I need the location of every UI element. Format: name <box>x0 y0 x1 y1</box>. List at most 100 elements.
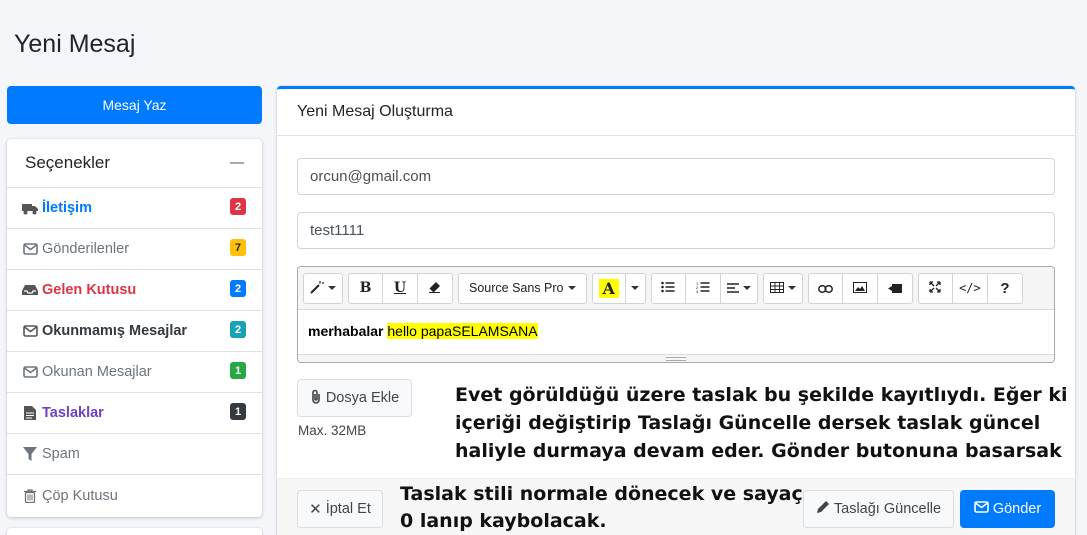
table-dropdown[interactable] <box>762 272 803 304</box>
svg-text:3: 3 <box>696 289 699 293</box>
sidebar-item-gonderilenler[interactable]: Gönderilenler 7 <box>7 229 262 270</box>
editor-content[interactable]: merhabalar hello papaSELAMSANA <box>298 310 1054 352</box>
list-ol-icon: 123 <box>696 280 710 296</box>
code-view-button[interactable]: </> <box>952 272 988 304</box>
count-badge: 2 <box>230 280 246 297</box>
sidebar-item-label: Okunmamış Mesajlar <box>42 323 188 339</box>
annotation-line: 0 lanıp kaybolacak. <box>400 510 607 532</box>
annotation-line: Taslak stili normale dönecek ve sayaç <box>400 483 803 505</box>
sidebar-item-label: Spam <box>42 446 80 462</box>
video-button[interactable] <box>877 272 913 304</box>
to-field[interactable]: orcun@gmail.com <box>297 158 1055 195</box>
align-icon <box>726 280 739 296</box>
count-badge: 1 <box>230 403 246 420</box>
pencil-icon <box>816 500 830 518</box>
underline-button[interactable]: U <box>383 272 418 304</box>
sidebar-item-iletisim[interactable]: İletişim 2 <box>7 188 262 229</box>
times-icon: ✕ <box>309 501 322 518</box>
unordered-list-button[interactable] <box>650 272 686 304</box>
inbox-icon <box>22 283 38 297</box>
send-label: Gönder <box>992 501 1042 517</box>
envelope-open-icon <box>22 365 38 379</box>
font-family-value: Source Sans Pro <box>469 281 564 295</box>
envelope-icon <box>22 324 38 338</box>
count-badge: 2 <box>230 198 246 215</box>
sidebar-item-spam[interactable]: Spam <box>7 434 262 475</box>
video-icon <box>887 280 902 296</box>
cancel-label: İptal Et <box>325 501 371 517</box>
rich-text-editor: B U Source Sans Pro A 1 2 3 </> ? merhab… <box>297 266 1055 363</box>
question-icon: ? <box>1000 279 1010 297</box>
clear-format-button[interactable] <box>418 272 453 304</box>
sidebar-item-label: Gönderilenler <box>42 241 130 257</box>
count-badge: 1 <box>230 362 246 379</box>
paragraph-dropdown[interactable] <box>720 272 758 304</box>
text-color-icon: A <box>598 278 619 298</box>
minus-icon[interactable] <box>230 162 244 164</box>
list-ul-icon <box>661 280 675 296</box>
send-button[interactable]: Gönder <box>960 490 1055 528</box>
filter-icon <box>22 447 38 461</box>
annotation-line: içeriği değiştirip Taslağı Güncelle ders… <box>455 412 1041 434</box>
trash-icon <box>22 488 38 503</box>
sidebar-item-label: Çöp Kutusu <box>42 487 118 504</box>
compose-button[interactable]: Mesaj Yaz <box>7 86 262 124</box>
code-icon: </> <box>959 281 981 295</box>
envelope-icon <box>974 501 989 517</box>
paperclip-icon <box>310 389 322 408</box>
sidebar-item-okunmamis[interactable]: Okunmamış Mesajlar 2 <box>7 311 262 352</box>
truck-icon <box>22 201 38 215</box>
update-draft-label: Taslağı Güncelle <box>833 501 942 517</box>
color-dropdown-button[interactable] <box>625 272 646 304</box>
link-icon <box>817 280 833 296</box>
expand-icon <box>929 280 942 296</box>
sidebar-item-taslaklar[interactable]: Taslaklar 1 <box>7 393 262 434</box>
image-button[interactable] <box>842 272 878 304</box>
editor-resize-handle[interactable] <box>298 354 1054 362</box>
compose-header: Yeni Mesaj Oluşturma <box>277 89 1075 136</box>
sidebar-item-label: İletişim <box>42 200 92 216</box>
font-family-dropdown[interactable]: Source Sans Pro <box>458 272 587 304</box>
count-badge: 2 <box>230 321 246 338</box>
labels-card <box>7 528 262 535</box>
image-icon <box>852 280 867 296</box>
max-size-note: Max. 32MB <box>298 423 367 438</box>
style-button[interactable] <box>303 272 343 304</box>
text-color-button[interactable]: A <box>591 272 626 304</box>
table-icon <box>769 280 784 296</box>
update-draft-button[interactable]: Taslağı Güncelle <box>803 490 954 528</box>
page-title: Yeni Mesaj <box>14 30 136 58</box>
cancel-button[interactable]: ✕ İptal Et <box>297 490 383 528</box>
options-title: Seçenekler <box>25 153 111 172</box>
sidebar-item-label: Gelen Kutusu <box>42 282 137 298</box>
sidebar-item-label: Okunan Mesajlar <box>42 364 152 380</box>
subject-field[interactable]: test1111 <box>297 212 1055 249</box>
sidebar-item-cop-kutusu[interactable]: Çöp Kutusu <box>7 475 262 516</box>
fullscreen-button[interactable] <box>917 272 953 304</box>
eraser-icon <box>429 280 441 296</box>
annotation-line: haliyle durmaya devam eder. Gönder buton… <box>455 440 1062 462</box>
options-header: Seçenekler <box>7 139 262 188</box>
bold-button[interactable]: B <box>348 272 383 304</box>
attach-file-button[interactable]: Dosya Ekle <box>297 379 412 417</box>
sidebar-item-okunan[interactable]: Okunan Mesajlar 1 <box>7 352 262 393</box>
sidebar-item-gelen-kutusu[interactable]: Gelen Kutusu 2 <box>7 270 262 311</box>
file-icon <box>22 406 38 420</box>
help-button[interactable]: ? <box>987 272 1023 304</box>
options-card: Seçenekler İletişim 2 Gönderilenler 7 Ge… <box>7 139 262 517</box>
ordered-list-button[interactable]: 123 <box>685 272 721 304</box>
editor-highlighted-text: hello papaSELAMSANA <box>387 323 538 339</box>
sidebar-item-label: Taslaklar <box>42 405 104 421</box>
annotation-line: Evet görüldüğü üzere taslak bu şekilde k… <box>455 384 1068 406</box>
annotation-main: Evet görüldüğü üzere taslak bu şekilde k… <box>455 381 1068 465</box>
compose-footer: ✕ İptal Et Taslak stili normale dönecek … <box>277 478 1075 535</box>
compose-card: Yeni Mesaj Oluşturma orcun@gmail.com tes… <box>277 86 1075 535</box>
magic-wand-icon <box>310 280 324 297</box>
envelope-icon <box>22 242 38 256</box>
editor-bold-text: merhabalar <box>308 323 384 339</box>
attach-label: Dosya Ekle <box>325 390 400 406</box>
count-badge: 7 <box>230 239 246 256</box>
annotation-footer: Taslak stili normale dönecek ve sayaç 0 … <box>400 481 803 535</box>
editor-toolbar: B U Source Sans Pro A 1 2 3 </> ? <box>298 267 1054 310</box>
link-button[interactable] <box>807 272 843 304</box>
